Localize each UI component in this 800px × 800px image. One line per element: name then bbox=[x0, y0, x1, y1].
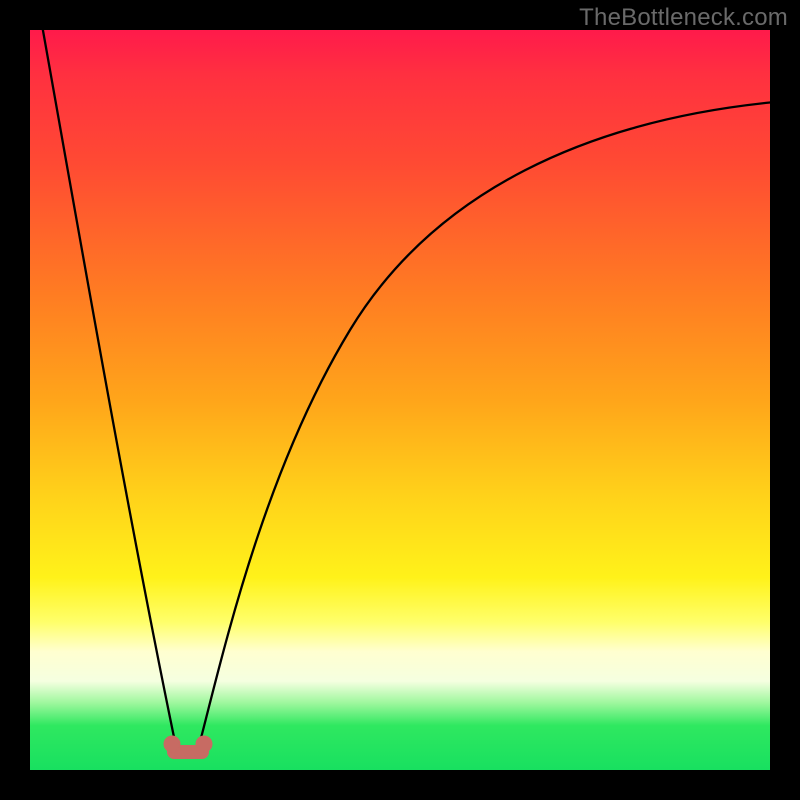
valley-marker-right bbox=[196, 736, 212, 752]
watermark-text: TheBottleneck.com bbox=[579, 4, 788, 32]
plot-area bbox=[30, 30, 770, 770]
valley-marker-left bbox=[164, 736, 180, 752]
curve-overlay bbox=[30, 30, 770, 770]
curve-right-branch bbox=[200, 102, 770, 742]
chart-container: TheBottleneck.com bbox=[0, 0, 800, 800]
curve-left-branch bbox=[42, 30, 175, 742]
